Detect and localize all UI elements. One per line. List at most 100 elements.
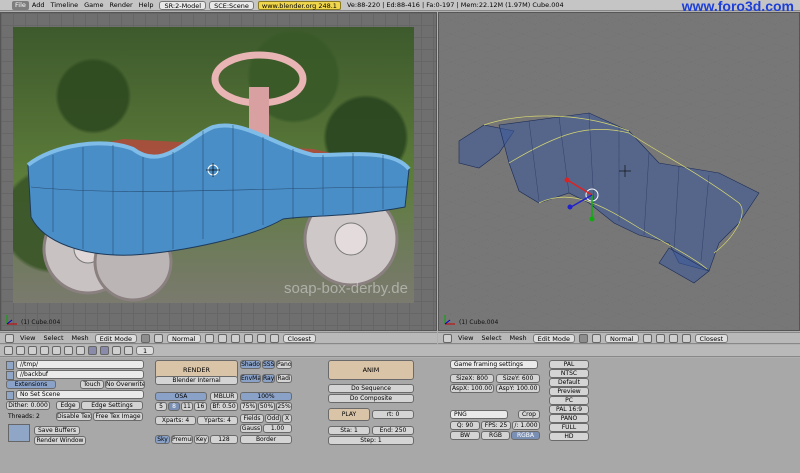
mode-dropdown[interactable]: Edit Mode	[532, 333, 575, 343]
left-3d-viewport[interactable]: soap-box-derby.de (1) Cube.004	[0, 12, 437, 331]
screen-selector[interactable]: SR:2-Model	[159, 0, 207, 10]
render-engine-dropdown[interactable]: Blender Internal	[155, 376, 238, 385]
menu-help[interactable]: Help	[136, 1, 157, 10]
scene-link-icon[interactable]	[6, 391, 14, 400]
backbuf-path-field[interactable]: //backbuf	[16, 370, 144, 379]
sss-toggle[interactable]: SSS	[262, 360, 275, 369]
render-window-dropdown[interactable]: Render Window	[34, 436, 86, 445]
crop-toggle[interactable]: Crop	[518, 410, 540, 419]
blur-factor-field[interactable]: Bf: 0.50	[210, 402, 238, 411]
preset-preview[interactable]: Preview	[549, 387, 589, 396]
pivot-dropdown[interactable]: Normal	[605, 333, 639, 343]
panel-toggle-icon[interactable]	[16, 346, 25, 355]
radio-toggle[interactable]: Radi	[276, 374, 292, 383]
draw-type-icon[interactable]	[579, 333, 588, 343]
preset-ntsc[interactable]: NTSC	[549, 369, 589, 378]
anim-subcontext-icon[interactable]	[112, 346, 121, 355]
draw-type-icon[interactable]	[141, 333, 150, 343]
dither-field[interactable]: Dither: 0.000	[6, 401, 50, 410]
osa-16-button[interactable]: 16	[194, 402, 207, 411]
disable-tex-toggle[interactable]: Disable Tex	[56, 412, 92, 421]
menu-view[interactable]: View	[456, 334, 475, 342]
rotate-icon[interactable]	[230, 333, 240, 343]
preset-pano[interactable]: PANO	[549, 414, 589, 423]
xparts-field[interactable]: Xparts: 4	[155, 416, 196, 425]
aspect-x-field[interactable]: AspX: 100.00	[450, 384, 494, 393]
layer-icon[interactable]	[256, 333, 266, 343]
blender-url[interactable]: www.blender.org 248.1	[257, 0, 341, 10]
osa-8-button[interactable]: 8	[168, 402, 180, 411]
scale-icon[interactable]	[243, 333, 253, 343]
preset-default[interactable]: Default	[549, 378, 589, 387]
occlusion-icon[interactable]	[154, 333, 163, 343]
manipulator-icon[interactable]	[204, 333, 214, 343]
shadow-toggle[interactable]: Shado	[240, 360, 261, 369]
snap-icon[interactable]	[681, 333, 691, 343]
size-100-button[interactable]: 100%	[240, 392, 292, 401]
pano-toggle[interactable]: Pano	[276, 360, 292, 369]
render-subcontext-icon[interactable]	[100, 346, 109, 355]
save-buffers-toggle[interactable]: Save Buffers	[34, 426, 80, 435]
color-depth-dropdown[interactable]: 128	[210, 435, 238, 444]
size-25-button[interactable]: 25%	[276, 402, 292, 411]
start-frame-field[interactable]: Sta: 1	[328, 426, 370, 435]
manipulator-icon[interactable]	[642, 333, 652, 343]
anim-button[interactable]: ANIM	[328, 360, 414, 380]
gauss-toggle[interactable]: Gauss	[240, 424, 262, 433]
do-composite-toggle[interactable]: Do Composite	[328, 394, 414, 403]
snap-target-dropdown[interactable]: Closest	[282, 333, 317, 343]
editing-context-icon[interactable]	[76, 346, 85, 355]
folder-icon[interactable]	[6, 371, 14, 380]
scene-selector[interactable]: SCE:Scene	[209, 0, 254, 10]
osa-toggle[interactable]: OSA	[155, 392, 207, 401]
threads-field[interactable]: Threads: 2	[8, 413, 40, 420]
object-context-icon[interactable]	[64, 346, 73, 355]
preset-hd[interactable]: HD	[549, 432, 589, 441]
odd-toggle[interactable]: Odd	[265, 414, 281, 423]
yparts-field[interactable]: Yparts: 4	[197, 416, 238, 425]
rt-field[interactable]: rt: 0	[372, 410, 414, 419]
editor-type-icon[interactable]	[5, 333, 14, 343]
snap-target-dropdown[interactable]: Closest	[694, 333, 729, 343]
end-frame-field[interactable]: End: 250	[372, 426, 414, 435]
menu-timeline[interactable]: Timeline	[47, 1, 81, 10]
rgb-button[interactable]: RGB	[481, 431, 510, 440]
menu-view[interactable]: View	[18, 334, 37, 342]
size-y-field[interactable]: SizeY: 600	[496, 374, 540, 383]
sky-toggle[interactable]: Sky	[155, 435, 170, 444]
extensions-toggle[interactable]: Extensions	[6, 380, 56, 389]
size-x-field[interactable]: SizeX: 800	[450, 374, 494, 383]
aspect-y-field[interactable]: AspY: 100.00	[496, 384, 540, 393]
menu-mesh[interactable]: Mesh	[70, 334, 91, 342]
touch-toggle[interactable]: Touch	[80, 380, 104, 389]
frame-number-field[interactable]: 1	[136, 346, 155, 355]
menu-select[interactable]: Select	[479, 334, 503, 342]
editor-type-icon[interactable]	[443, 333, 452, 343]
menu-file[interactable]: File	[12, 0, 29, 10]
bw-button[interactable]: BW	[450, 431, 480, 440]
rgba-button[interactable]: RGBA	[511, 431, 540, 440]
do-sequence-toggle[interactable]: Do Sequence	[328, 384, 414, 393]
size-50-button[interactable]: 50%	[258, 402, 275, 411]
edge-toggle[interactable]: Edge	[56, 401, 80, 410]
folder-icon[interactable]	[6, 361, 14, 370]
translate-icon[interactable]	[655, 333, 665, 343]
snap-icon[interactable]	[269, 333, 279, 343]
right-3d-viewport[interactable]: (1) Cube.004	[438, 12, 800, 331]
game-framing-button[interactable]: Game framing settings	[450, 360, 538, 369]
mblur-toggle[interactable]: MBLUR	[210, 392, 238, 401]
osa-5-button[interactable]: 5	[155, 402, 167, 411]
output-path-field[interactable]: //tmp/	[16, 360, 144, 369]
premul-toggle[interactable]: Premul	[171, 435, 193, 444]
preset-pc[interactable]: PC	[549, 396, 589, 405]
key-toggle[interactable]: Key	[194, 435, 209, 444]
x-toggle[interactable]: X	[282, 414, 292, 423]
fields-toggle[interactable]: Fields	[240, 414, 264, 423]
filter-size-field[interactable]: 1.00	[263, 424, 292, 433]
preset-pal[interactable]: PAL	[549, 360, 589, 369]
preset-pal-16-9[interactable]: PAL 16:9	[549, 405, 589, 414]
set-scene-field[interactable]: No Set Scene	[16, 390, 144, 399]
play-button[interactable]: PLAY	[328, 408, 370, 421]
occlusion-icon[interactable]	[592, 333, 601, 343]
scene-context-icon[interactable]	[88, 346, 97, 355]
